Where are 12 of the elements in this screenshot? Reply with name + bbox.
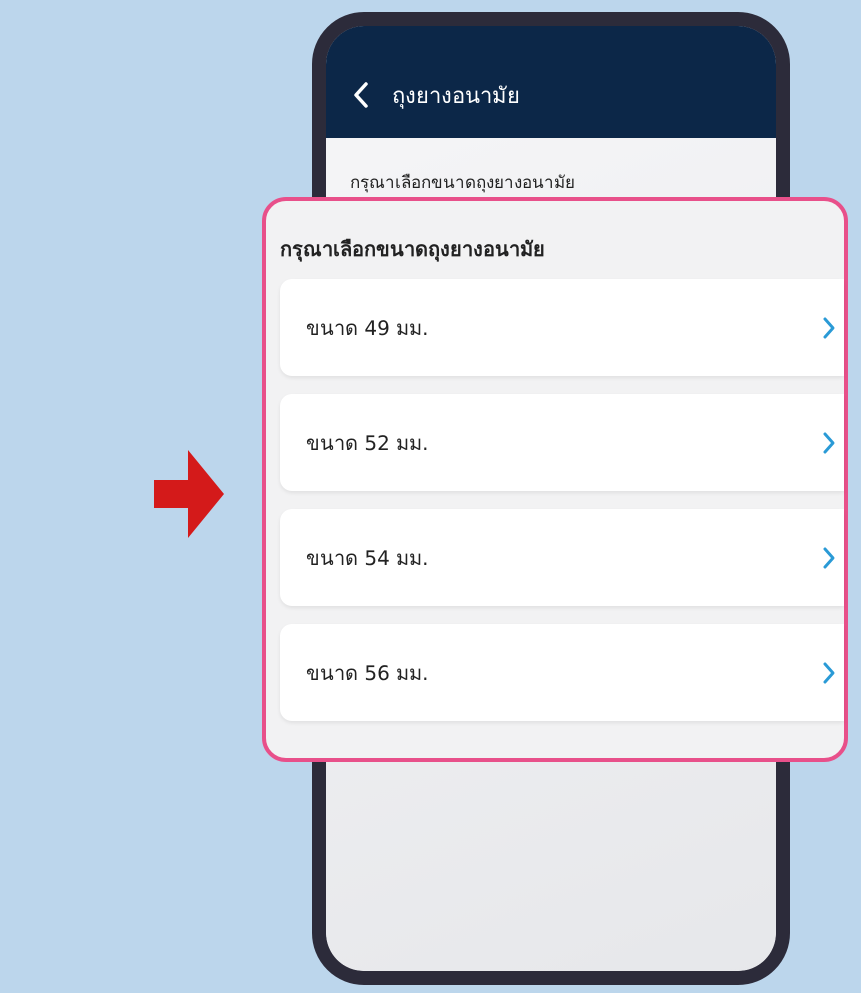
size-option[interactable]: ขนาด 54 มม. — [280, 509, 844, 606]
size-option[interactable]: ขนาด 56 มม. — [280, 624, 844, 721]
size-option[interactable]: ขนาด 49 มม. — [280, 279, 844, 376]
chevron-icon — [822, 660, 836, 684]
chevron-icon — [822, 430, 836, 454]
chevron-icon — [822, 316, 836, 340]
prompt-text: กรุณาเลือกขนาดถุงยางอนามัย — [350, 173, 575, 193]
callout-title: กรุณาเลือกขนาดถุงยางอนามัย — [280, 236, 546, 264]
chevron-icon — [822, 546, 836, 570]
screen-title: ถุงยางอนามัย — [392, 82, 520, 111]
back-icon[interactable] — [352, 81, 370, 109]
size-option[interactable]: ขนาด 52 มม. — [280, 394, 844, 491]
